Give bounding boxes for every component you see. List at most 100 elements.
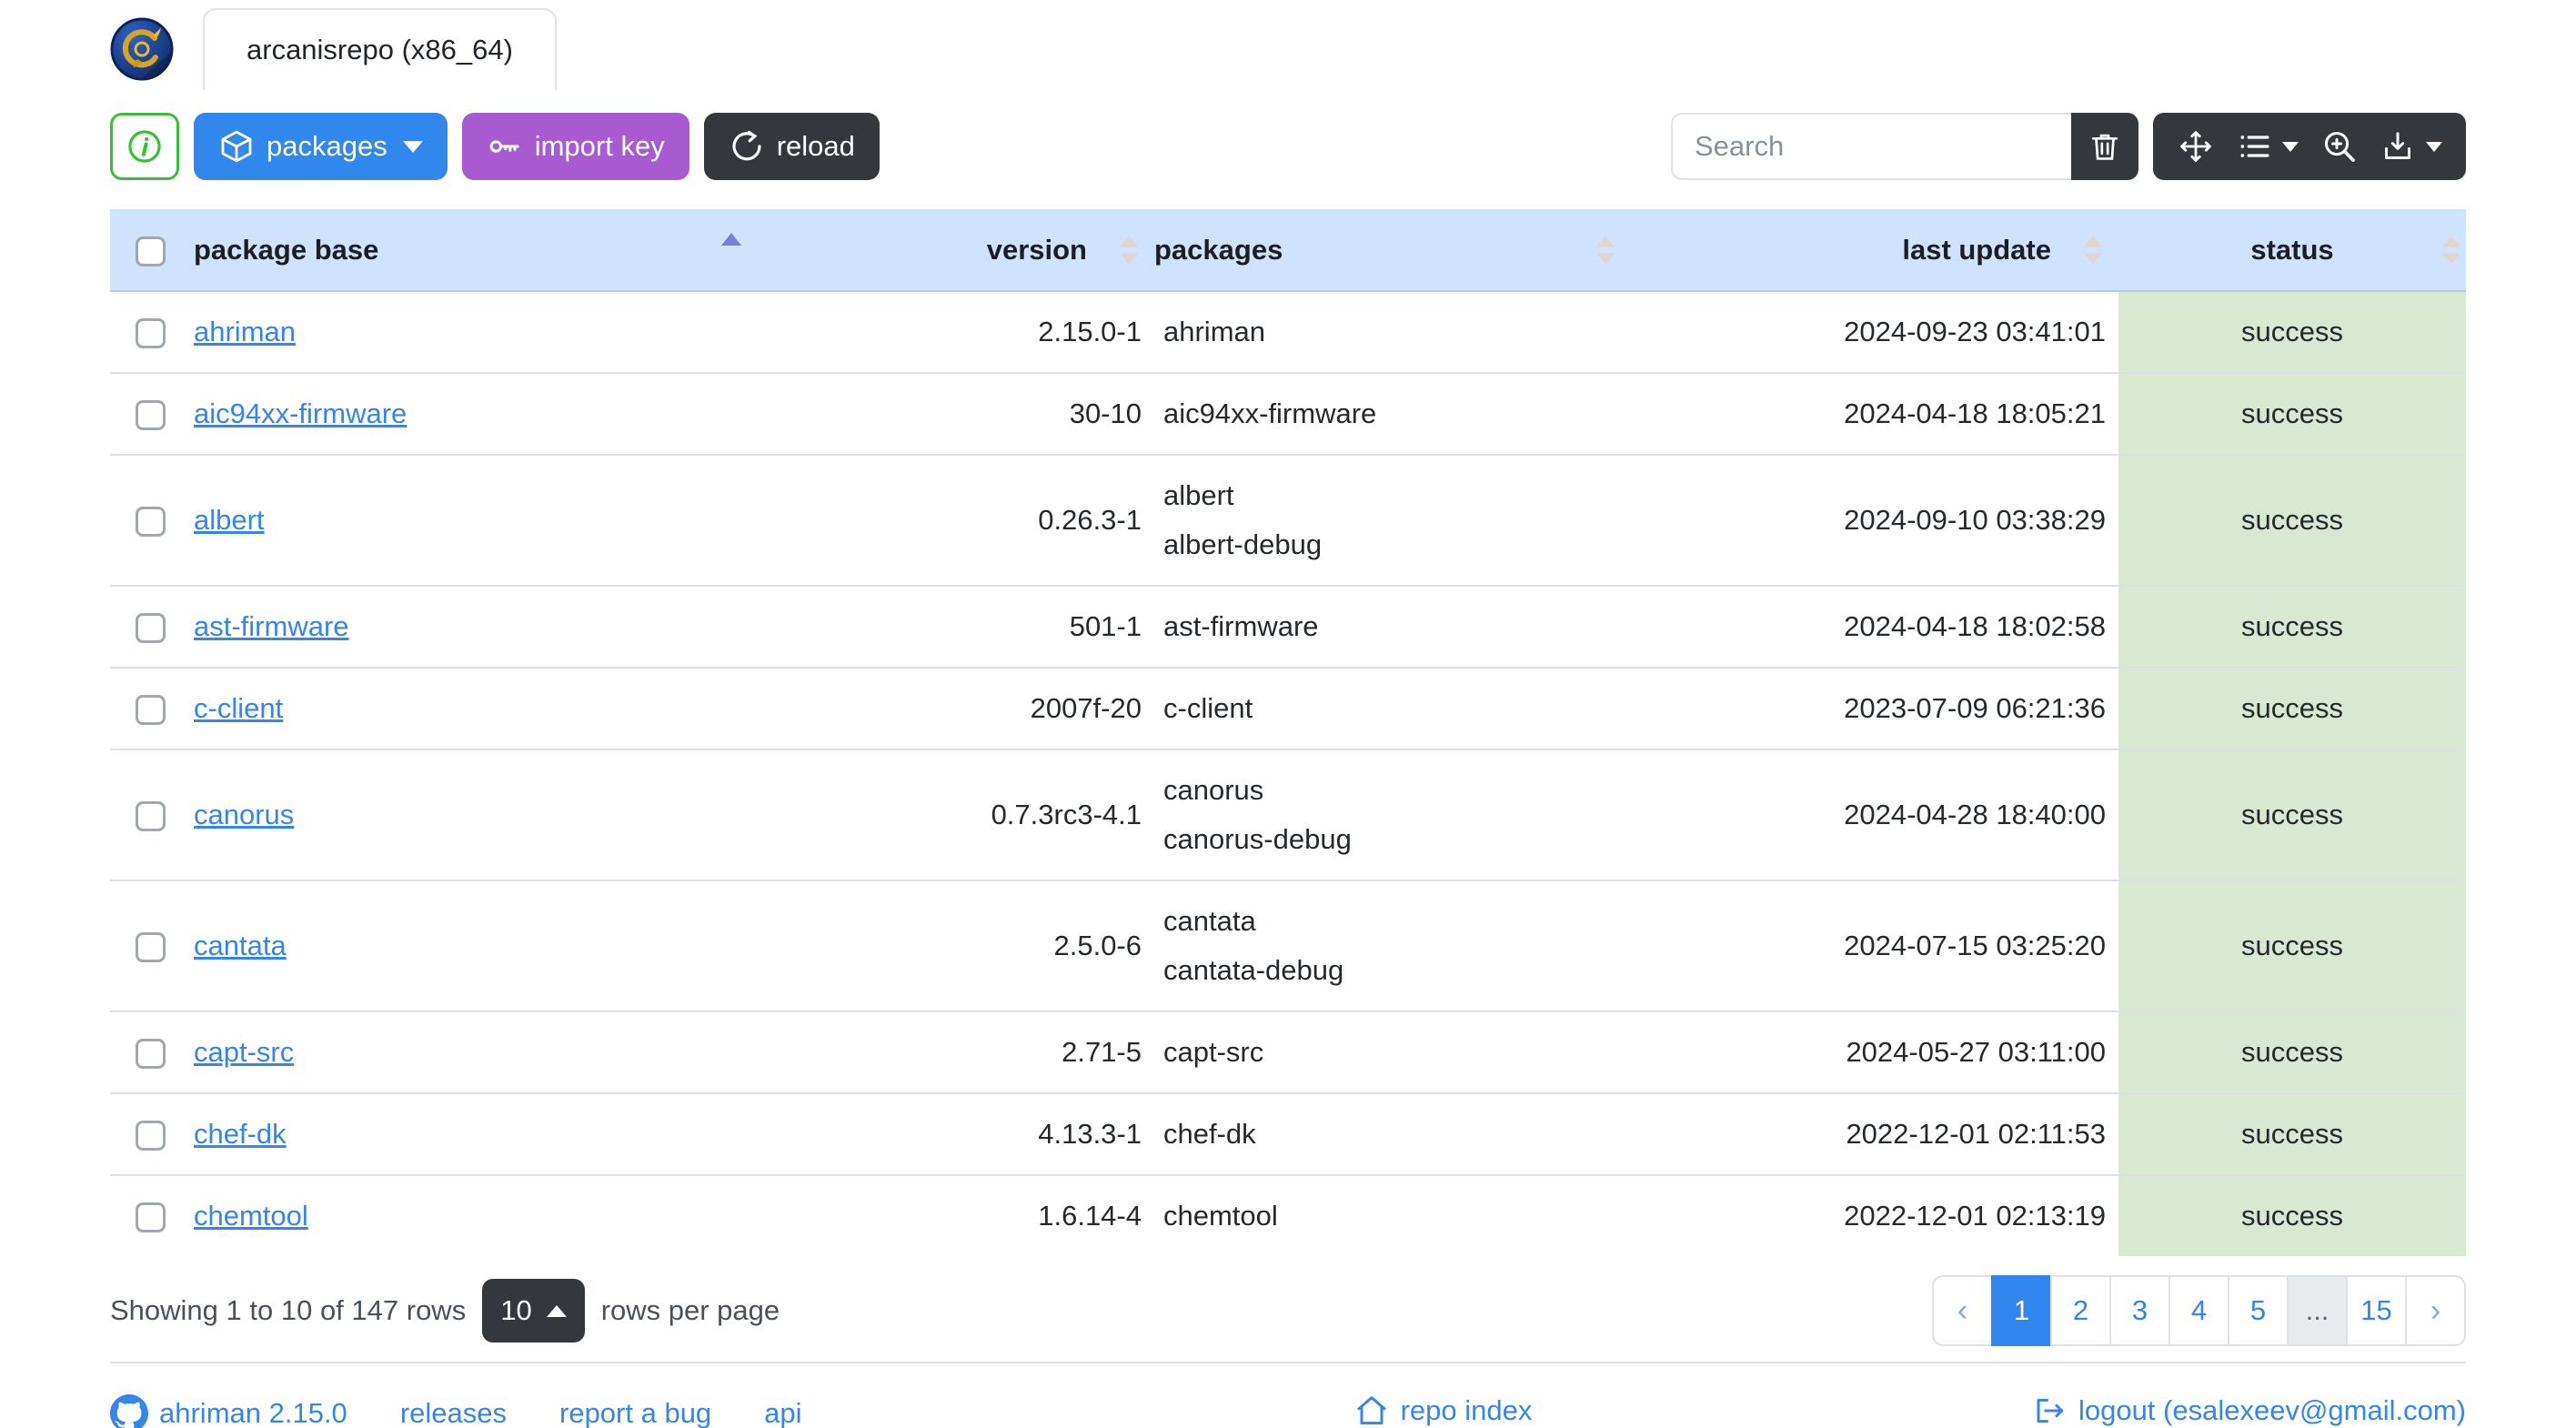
status-badge: success xyxy=(2118,291,2466,373)
sort-icon xyxy=(1596,236,1615,264)
packages-cell: c-client xyxy=(1154,667,1636,749)
page-footer: ahriman 2.15.0 releases report a bug api… xyxy=(110,1362,2466,1428)
zoom-in-icon xyxy=(2324,131,2355,162)
package-base-link[interactable]: aic94xx-firmware xyxy=(194,397,407,429)
info-circle-icon xyxy=(128,130,161,163)
package-base-link[interactable]: c-client xyxy=(194,692,283,724)
version-cell: 501-1 xyxy=(772,585,1154,668)
page-button-4[interactable]: 4 xyxy=(2168,1275,2229,1346)
page-button-1[interactable]: 1 xyxy=(1991,1275,2052,1346)
fullscreen-button[interactable] xyxy=(2177,127,2215,166)
arrows-move-icon xyxy=(2179,131,2211,162)
page-button-15[interactable]: 15 xyxy=(2346,1275,2407,1346)
reload-button[interactable]: reload xyxy=(703,113,880,180)
row-checkbox[interactable] xyxy=(135,400,166,431)
row-checkbox[interactable] xyxy=(135,318,166,349)
repo-index-link[interactable]: repo index xyxy=(1353,1393,1532,1428)
last-update-cell: 2024-04-18 18:05:21 xyxy=(1636,372,2118,455)
page-prev-button[interactable]: ‹ xyxy=(1932,1275,1993,1346)
sort-icon xyxy=(1120,236,1138,264)
row-checkbox[interactable] xyxy=(135,801,166,832)
repository-tab[interactable]: arcanisrepo (x86_64) xyxy=(203,8,557,90)
package-base-link[interactable]: ahriman xyxy=(194,316,296,347)
page-button-5[interactable]: 5 xyxy=(2228,1275,2289,1346)
table-row: chef-dk 4.13.3-1 chef-dk 2022-12-01 02:1… xyxy=(110,1092,2466,1175)
row-checkbox[interactable] xyxy=(135,1121,166,1151)
row-checkbox[interactable] xyxy=(135,1202,166,1233)
packages-cell: albert albert-debug xyxy=(1154,454,1636,586)
column-header-package-base[interactable]: package base xyxy=(190,209,772,292)
table-row: c-client 2007f-20 c-client 2023-07-09 06… xyxy=(110,667,2466,749)
status-badge: success xyxy=(2118,585,2466,668)
version-cell: 30-10 xyxy=(772,372,1154,455)
ahriman-version-link[interactable]: ahriman 2.15.0 xyxy=(110,1393,347,1428)
packages-dropdown-button[interactable]: packages xyxy=(194,113,448,180)
house-icon xyxy=(1356,1396,1386,1425)
last-update-cell: 2024-05-27 03:11:00 xyxy=(1636,1011,2118,1093)
status-badge: success xyxy=(2118,1174,2466,1256)
pagination: ‹ 1 2 3 4 5 ... 15 › xyxy=(1932,1275,2466,1346)
api-link[interactable]: api xyxy=(764,1397,801,1428)
import-key-button[interactable]: import key xyxy=(461,113,689,180)
packages-cell: capt-src xyxy=(1154,1011,1636,1093)
package-base-link[interactable]: capt-src xyxy=(194,1036,294,1068)
status-badge: success xyxy=(2118,1092,2466,1175)
column-header-version[interactable]: version xyxy=(772,209,1154,292)
logout-link[interactable]: logout (esalexeev@gmail.com) xyxy=(2031,1393,2466,1428)
column-header-status[interactable]: status xyxy=(2118,209,2466,292)
columns-toggle-button[interactable] xyxy=(2236,128,2299,165)
page-ellipsis[interactable]: ... xyxy=(2287,1275,2348,1346)
app-logo-icon xyxy=(110,17,174,81)
row-checkbox[interactable] xyxy=(135,613,166,644)
status-badge: success xyxy=(2118,454,2466,586)
status-badge: success xyxy=(2118,667,2466,749)
report-bug-link[interactable]: report a bug xyxy=(559,1397,711,1428)
packages-cell: chef-dk xyxy=(1154,1092,1636,1175)
table-header-row: package base version packages last updat… xyxy=(110,209,2466,292)
zoom-toggle-button[interactable] xyxy=(2320,127,2359,166)
reload-button-label: reload xyxy=(776,130,855,162)
toolbar: packages import key reload xyxy=(110,113,2466,180)
page-button-2[interactable]: 2 xyxy=(2050,1275,2111,1346)
row-checkbox[interactable] xyxy=(135,1039,166,1070)
status-badge: success xyxy=(2118,372,2466,455)
status-badge: success xyxy=(2118,1011,2466,1093)
releases-link[interactable]: releases xyxy=(400,1397,507,1428)
export-button[interactable] xyxy=(2380,128,2443,165)
table-row: capt-src 2.71-5 capt-src 2024-05-27 03:1… xyxy=(110,1011,2466,1093)
packages-cell: chemtool xyxy=(1154,1174,1636,1256)
packages-table: package base version packages last updat… xyxy=(110,209,2466,1256)
search-input[interactable] xyxy=(1671,113,2071,180)
table-row: aic94xx-firmware 30-10 aic94xx-firmware … xyxy=(110,372,2466,455)
packages-cell: canorus canorus-debug xyxy=(1154,749,1636,880)
version-cell: 2.15.0-1 xyxy=(1038,316,1142,347)
package-base-link[interactable]: albert xyxy=(194,504,265,536)
select-all-checkbox[interactable] xyxy=(135,236,166,266)
row-checkbox[interactable] xyxy=(135,507,166,538)
list-icon xyxy=(2240,136,2269,157)
trash-icon xyxy=(2091,134,2118,160)
sort-icon xyxy=(2084,236,2102,264)
page-size-dropdown[interactable]: 10 xyxy=(482,1279,585,1343)
version-cell: 1.6.14-4 xyxy=(772,1174,1154,1256)
page-next-button[interactable]: › xyxy=(2405,1275,2466,1346)
package-base-link[interactable]: chemtool xyxy=(194,1200,308,1232)
clear-search-button[interactable] xyxy=(2071,113,2138,180)
last-update-cell: 2024-04-28 18:40:00 xyxy=(1636,749,2118,880)
package-base-link[interactable]: chef-dk xyxy=(194,1118,287,1150)
info-button[interactable] xyxy=(110,113,179,180)
package-base-link[interactable]: canorus xyxy=(194,799,294,830)
pagination-summary: Showing 1 to 10 of 147 rows 10 rows per … xyxy=(110,1279,780,1343)
version-cell: 2.71-5 xyxy=(772,1011,1154,1093)
row-checkbox[interactable] xyxy=(135,695,166,726)
package-base-link[interactable]: cantata xyxy=(194,930,287,961)
column-header-last-update[interactable]: last update xyxy=(1636,209,2118,292)
row-checkbox[interactable] xyxy=(135,932,166,963)
page-button-3[interactable]: 3 xyxy=(2109,1275,2170,1346)
package-base-link[interactable]: ast-firmware xyxy=(194,610,349,642)
version-cell: 0.26.3-1 xyxy=(772,454,1154,586)
key-icon xyxy=(489,140,519,153)
sort-asc-icon xyxy=(721,233,741,246)
last-update-cell: 2024-04-18 18:02:58 xyxy=(1636,585,2118,668)
column-header-packages[interactable]: packages xyxy=(1154,209,1636,292)
